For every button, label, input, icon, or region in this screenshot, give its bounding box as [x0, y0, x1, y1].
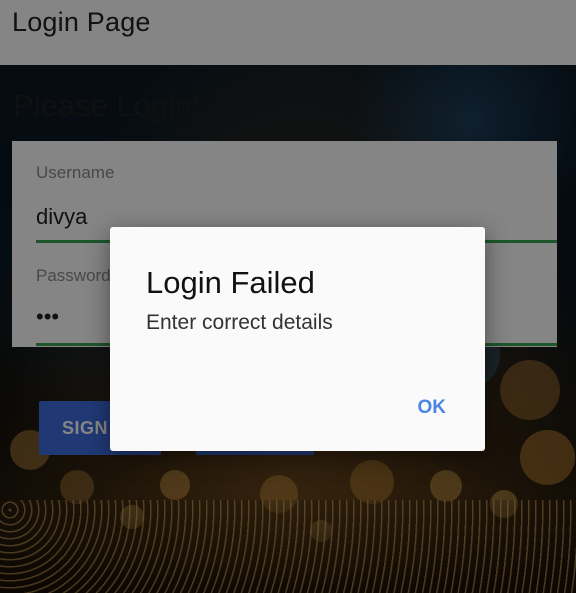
dialog-message: Enter correct details — [146, 311, 333, 334]
login-failed-dialog: Login Failed Enter correct details OK — [110, 227, 485, 451]
dialog-title: Login Failed — [146, 265, 315, 300]
ok-button[interactable]: OK — [409, 393, 456, 423]
